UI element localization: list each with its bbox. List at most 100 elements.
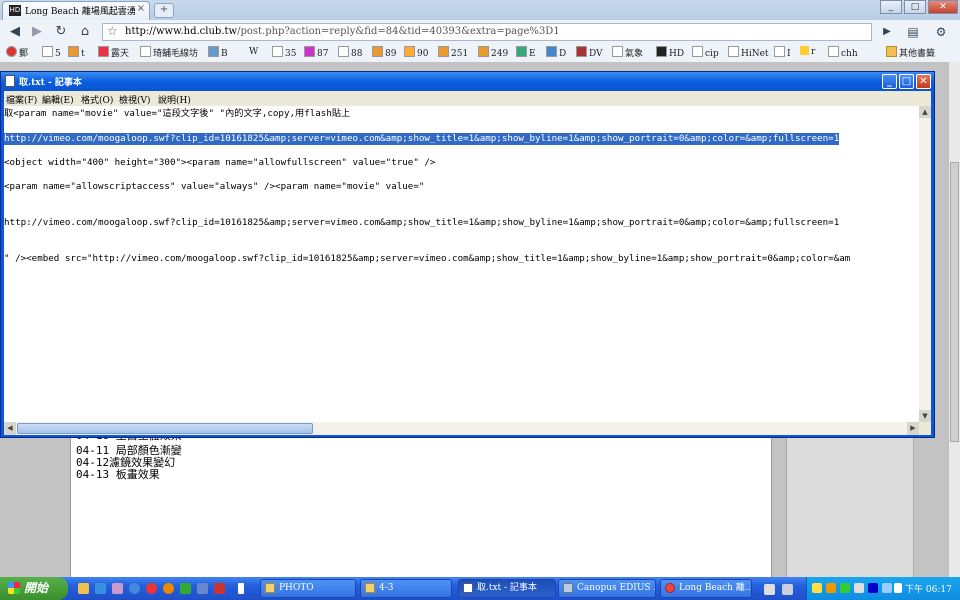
- keyboard-icon[interactable]: [764, 584, 775, 595]
- edius-icon: [563, 583, 573, 593]
- tray-icon[interactable]: [826, 583, 836, 593]
- forward-icon[interactable]: ▶: [28, 23, 46, 41]
- star-icon: [800, 46, 809, 55]
- scroll-down-arrow-icon[interactable]: ▼: [919, 410, 931, 422]
- menu-edit[interactable]: 編輯(E): [42, 93, 74, 106]
- show-desktop-icon[interactable]: [78, 583, 89, 594]
- browser-tab[interactable]: HD Long Beach 離場風起雲湧... ×: [2, 1, 150, 20]
- expand-quicklaunch-icon[interactable]: [238, 583, 244, 594]
- minimize-button[interactable]: _: [882, 74, 897, 89]
- bookmark-item[interactable]: t: [68, 46, 85, 59]
- home-icon[interactable]: ⌂: [76, 23, 94, 41]
- bookmark-item[interactable]: HiNet: [728, 46, 769, 59]
- menu-format[interactable]: 格式(O): [81, 93, 113, 106]
- tray-icon[interactable]: [868, 583, 878, 593]
- page-scrollbar-thumb[interactable]: [950, 162, 959, 442]
- scroll-up-arrow-icon[interactable]: ▲: [919, 106, 931, 118]
- bookmark-item[interactable]: E: [516, 46, 536, 59]
- bookmark-item[interactable]: HD: [656, 46, 684, 59]
- quicklaunch-icon[interactable]: [129, 583, 140, 594]
- start-button[interactable]: 開始: [0, 577, 68, 600]
- selected-text-line: http://vimeo.com/moogaloop.swf?clip_id=1…: [4, 133, 840, 145]
- bookmark-item[interactable]: chh: [828, 46, 858, 59]
- menu-help[interactable]: 說明(H): [158, 93, 191, 106]
- browser-close-button[interactable]: ✕: [928, 0, 958, 14]
- volume-icon[interactable]: [894, 583, 902, 593]
- bookmark-item[interactable]: 35: [272, 46, 296, 59]
- bookmark-star-icon[interactable]: ☆: [107, 24, 118, 38]
- scroll-left-arrow-icon[interactable]: ◀: [4, 422, 16, 435]
- taskbar-task[interactable]: 4-3: [360, 579, 452, 598]
- tray-icon[interactable]: [882, 583, 892, 593]
- taskbar-task[interactable]: Canopus EDIUS ...: [558, 579, 656, 598]
- bookmarks-bar: 郵 5 t 露天 琦舖毛線坊 B W 35 87 88 89 90 251 24…: [0, 44, 960, 63]
- chrome-icon: [665, 583, 675, 593]
- bookmark-item[interactable]: r: [800, 46, 815, 57]
- ie-icon[interactable]: [95, 583, 106, 594]
- bookmark-item[interactable]: 87: [304, 46, 328, 59]
- page-scrollbar[interactable]: [948, 62, 960, 577]
- maximize-button[interactable]: □: [899, 74, 914, 89]
- taskbar-task-active[interactable]: 取.txt - 記事本: [458, 579, 556, 598]
- bookmark-item[interactable]: 89: [372, 46, 396, 59]
- address-bar[interactable]: ☆ http://www.hd.club.tw/post.php?action=…: [102, 23, 872, 41]
- other-bookmarks-folder[interactable]: 其他書籤: [886, 46, 935, 59]
- wikipedia-icon: [238, 46, 247, 55]
- menu-view[interactable]: 檢視(V): [119, 93, 151, 106]
- firefox-icon[interactable]: [163, 583, 174, 594]
- bookmark-item[interactable]: I: [774, 46, 791, 59]
- browser-minimize-button[interactable]: _: [880, 0, 902, 14]
- scroll-right-arrow-icon[interactable]: ▶: [907, 422, 919, 435]
- quicklaunch-icon[interactable]: [214, 583, 225, 594]
- quicklaunch-icon[interactable]: [112, 583, 123, 594]
- notepad-title-bar[interactable]: 取.txt - 記事本 _ □ ✕: [1, 72, 934, 91]
- bookmark-item[interactable]: 251: [438, 46, 468, 59]
- text-line: 取<param name="movie" value="這段文字後" "內的文字…: [4, 108, 351, 119]
- wrench-menu-icon[interactable]: ⚙: [932, 23, 950, 41]
- bookmark-item[interactable]: W: [238, 46, 258, 57]
- horizontal-scrollbar-thumb[interactable]: [17, 423, 313, 434]
- resize-grip[interactable]: [919, 422, 931, 435]
- menu-file[interactable]: 檔案(F): [6, 93, 37, 106]
- tray-icon[interactable]: [812, 583, 822, 593]
- bookmark-item[interactable]: 郵: [6, 46, 28, 59]
- pen-icon[interactable]: [782, 584, 793, 595]
- page-icon: [272, 46, 283, 57]
- page-menu-icon[interactable]: ▤: [904, 23, 922, 41]
- close-button[interactable]: ✕: [916, 74, 931, 89]
- notepad-text-area[interactable]: 取<param name="movie" value="這段文字後" "內的文字…: [4, 106, 919, 422]
- bookmark-item[interactable]: 249: [478, 46, 508, 59]
- notepad-horizontal-scrollbar[interactable]: ◀ ▶: [4, 422, 919, 435]
- bookmark-item[interactable]: 5: [42, 46, 61, 59]
- taskbar-task[interactable]: Long Beach 離...: [660, 579, 752, 598]
- bookmark-item[interactable]: 露天: [98, 46, 129, 59]
- bookmark-item[interactable]: DV: [576, 46, 603, 59]
- tray-icon[interactable]: [854, 583, 864, 593]
- bookmark-item[interactable]: D: [546, 46, 566, 59]
- bookmark-item[interactable]: 88: [338, 46, 362, 59]
- reload-icon[interactable]: ↻: [52, 23, 70, 41]
- tray-icon[interactable]: [840, 583, 850, 593]
- bookmark-item[interactable]: 琦舖毛線坊: [140, 46, 198, 59]
- bookmark-item[interactable]: B: [208, 46, 228, 59]
- text-line: <object width="400" height="300"><param …: [4, 157, 436, 168]
- quicklaunch-icon[interactable]: [197, 583, 208, 594]
- notepad-icon: [463, 583, 473, 593]
- browser-maximize-button[interactable]: □: [904, 0, 926, 14]
- go-arrow-icon[interactable]: ▶: [878, 23, 896, 41]
- tab-close-icon[interactable]: ×: [137, 3, 145, 14]
- hd-favicon-icon: [656, 46, 667, 57]
- folder-icon: [265, 583, 275, 593]
- bookmark-item[interactable]: cip: [692, 46, 719, 59]
- notepad-vertical-scrollbar[interactable]: ▲ ▼: [919, 106, 931, 422]
- quicklaunch-icon[interactable]: [180, 583, 191, 594]
- text-line: " /><embed src="http://vimeo.com/moogalo…: [4, 253, 851, 264]
- clock[interactable]: 下午 06:17: [905, 582, 952, 595]
- new-tab-button[interactable]: +: [154, 3, 174, 18]
- bookmark-favicon-icon: [404, 46, 415, 57]
- taskbar-task[interactable]: PHOTO: [260, 579, 356, 598]
- chrome-icon[interactable]: [146, 583, 157, 594]
- bookmark-item[interactable]: 氣象: [612, 46, 643, 59]
- bookmark-item[interactable]: 90: [404, 46, 428, 59]
- back-icon[interactable]: ◀: [6, 23, 24, 41]
